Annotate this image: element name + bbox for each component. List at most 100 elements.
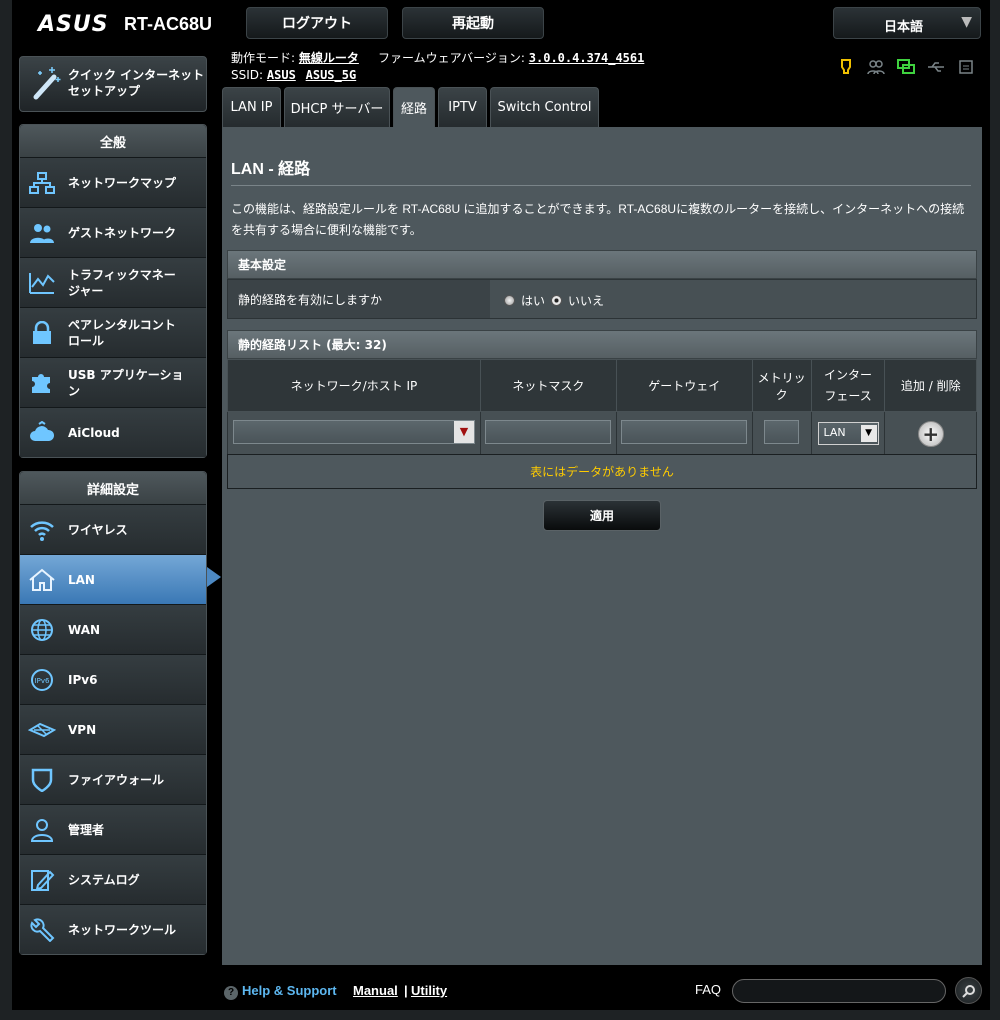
cell-ip: ▼ [227, 411, 481, 456]
usb-light-icon[interactable] [836, 57, 856, 77]
sidebar-item-label: システムログ [68, 872, 140, 887]
tab-dhcp-server[interactable]: DHCP サーバー [284, 87, 390, 127]
column-gateway: ゲートウェイ [615, 359, 753, 412]
cell-metric [751, 411, 812, 456]
network-host-ip-input[interactable]: ▼ [232, 419, 475, 444]
home-icon [29, 568, 55, 591]
usb-icon[interactable] [926, 57, 946, 77]
active-menu-pointer [207, 567, 221, 587]
tab-switch-control[interactable]: Switch Control [490, 87, 599, 127]
add-route-icon[interactable]: + [917, 420, 944, 447]
ssid-5g-link[interactable]: ASUS_5G [306, 68, 357, 82]
tab-iptv[interactable]: IPTV [438, 87, 487, 127]
sidebar-item-label: ファイアウォール [68, 772, 165, 787]
help-support-link[interactable]: ? Help & Support [224, 983, 337, 1000]
sidebar-item-label: ペアレンタルコント ロール [68, 317, 176, 348]
radio-yes-label: はい [521, 294, 546, 308]
column-interface: インター フェース [810, 359, 886, 412]
clients-icon[interactable] [866, 57, 886, 77]
table-row: ▼ LAN ▼ + [227, 411, 977, 456]
ssid-line: SSID: ASUS ASUS_5G [231, 68, 356, 82]
sidebar-item-label: ゲストネットワーク [68, 225, 177, 240]
svg-text:IPv6: IPv6 [35, 677, 50, 685]
static-route-list-header: 静的経路リスト (最大: 32) [227, 330, 977, 359]
static-route-table: ネットワーク/ホスト IP ネットマスク ゲートウェイ メトリック インター フ… [227, 359, 977, 456]
sidebar-item-parental-control[interactable]: ペアレンタルコント ロール [20, 307, 206, 357]
footer-separator: | [404, 983, 408, 998]
tab-route[interactable]: 経路 [393, 87, 435, 127]
ssid-2g-link[interactable]: ASUS [267, 68, 296, 82]
globe-icon [31, 619, 53, 641]
sidebar-item-aicloud[interactable]: AiCloud [20, 407, 206, 457]
printer-icon[interactable] [956, 57, 976, 77]
sidebar-item-label: 管理者 [68, 822, 105, 837]
sidebar-item-administration[interactable]: 管理者 [20, 804, 206, 854]
radio-no-label: いいえ [568, 294, 605, 308]
firmware-link[interactable]: 3.0.0.4.374_4561 [529, 51, 645, 65]
gateway-input[interactable] [621, 419, 748, 444]
column-metric: メトリック [751, 359, 812, 412]
netmask-input[interactable] [485, 419, 612, 444]
reboot-button[interactable]: 再起動 [402, 7, 544, 39]
sidebar-item-label: WAN [68, 622, 101, 637]
utility-link[interactable]: Utility [411, 983, 447, 998]
cell-netmask [479, 411, 617, 456]
page-title: LAN - 経路 [231, 161, 311, 178]
edit-log-icon [31, 870, 55, 891]
advanced-menu: 詳細設定 ワイヤレス LAN WAN IPv6 IPv6 VPN ファイアウォー… [19, 471, 207, 955]
advanced-menu-header: 詳細設定 [20, 472, 206, 504]
empty-table-message: 表にはデータがありません [227, 454, 977, 489]
sidebar-item-traffic-manager[interactable]: トラフィックマネー ジャー [20, 257, 206, 307]
radio-yes[interactable] [504, 295, 515, 306]
search-icon[interactable] [955, 977, 982, 1004]
sidebar-item-label: USB アプリケーショ ン [68, 367, 184, 398]
radio-no[interactable] [551, 295, 563, 306]
basic-config-header: 基本設定 [227, 250, 977, 279]
wireless-icon [30, 521, 54, 541]
chevron-down-icon[interactable]: ▼ [453, 420, 474, 443]
operation-mode-line: 動作モード: 無線ルータ ファームウェアバージョン: 3.0.0.4.374_4… [231, 49, 644, 66]
firmware-label: ファームウェアバージョン: [377, 51, 525, 65]
sidebar-item-guest-network[interactable]: ゲストネットワーク [20, 207, 206, 257]
quick-setup-label: クイック インターネット セットアップ [68, 68, 205, 98]
interface-value: LAN [823, 426, 846, 439]
sidebar-item-vpn[interactable]: VPN [20, 704, 206, 754]
vpn-icon [28, 722, 56, 738]
chevron-down-icon: ▼ [860, 425, 877, 442]
sidebar-item-wan[interactable]: WAN [20, 604, 206, 654]
network-icon[interactable] [896, 57, 916, 77]
sidebar-item-ipv6[interactable]: IPv6 IPv6 [20, 654, 206, 704]
quick-internet-setup-button[interactable]: クイック インターネット セットアップ [19, 56, 207, 112]
tab-lan-ip[interactable]: LAN IP [222, 87, 281, 127]
sidebar-item-wireless[interactable]: ワイヤレス [20, 504, 206, 554]
sidebar-item-firewall[interactable]: ファイアウォール [20, 754, 206, 804]
manual-link[interactable]: Manual [353, 983, 398, 998]
language-value: 日本語 [884, 20, 924, 35]
mode-link[interactable]: 無線ルータ [299, 51, 359, 65]
table-header-row: ネットワーク/ホスト IP ネットマスク ゲートウェイ メトリック インター フ… [227, 359, 977, 412]
title-divider [231, 185, 971, 186]
cell-add: + [884, 411, 977, 456]
cell-gateway [615, 411, 753, 456]
sidebar-item-label: トラフィックマネー ジャー [68, 267, 176, 298]
wrench-icon [30, 918, 55, 942]
sidebar-item-label: LAN [68, 572, 95, 587]
user-icon [30, 819, 54, 842]
metric-input[interactable] [764, 419, 800, 444]
faq-label: FAQ [695, 982, 722, 997]
faq-search-input[interactable] [732, 979, 946, 1003]
cell-interface: LAN ▼ [810, 411, 886, 456]
static-route-enable-label: 静的経路を有効にしますか [228, 280, 490, 318]
column-netmask: ネットマスク [479, 359, 617, 412]
sidebar-item-usb-application[interactable]: USB アプリケーショ ン [20, 357, 206, 407]
apply-button[interactable]: 適用 [543, 500, 661, 531]
column-add-delete: 追加 / 削除 [884, 359, 977, 412]
interface-select[interactable]: LAN ▼ [817, 422, 879, 445]
language-select[interactable]: 日本語 ▼ [833, 7, 981, 39]
sidebar-item-lan[interactable]: LAN [20, 554, 206, 604]
sidebar-item-system-log[interactable]: システムログ [20, 854, 206, 904]
logout-button[interactable]: ログアウト [246, 7, 388, 39]
mode-label: 動作モード: [231, 51, 296, 65]
sidebar-item-network-map[interactable]: ネットワークマップ [20, 157, 206, 207]
sidebar-item-network-tools[interactable]: ネットワークツール [20, 904, 206, 954]
